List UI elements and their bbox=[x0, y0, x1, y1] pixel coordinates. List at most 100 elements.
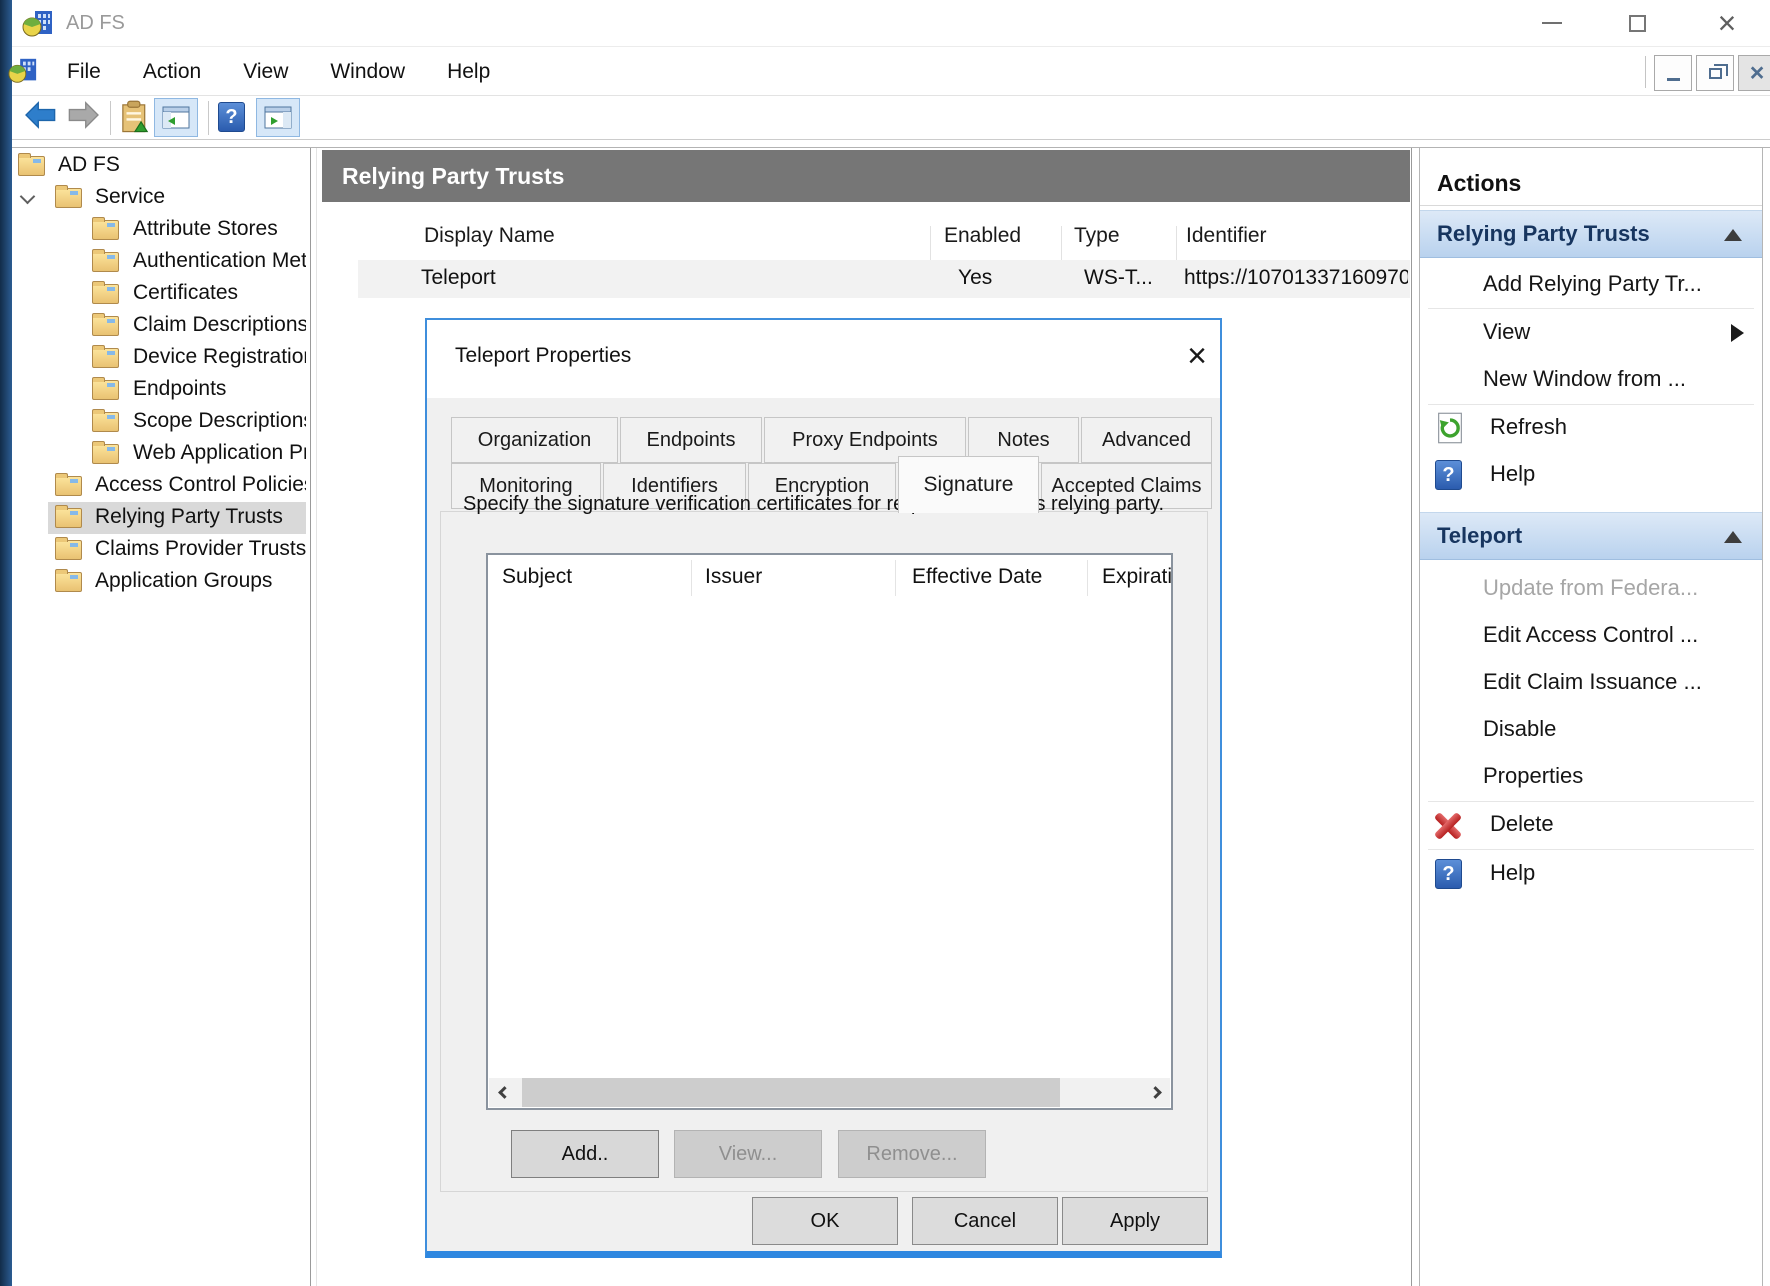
tree-item-label: Device Registration bbox=[133, 345, 306, 369]
tree-item-application-groups[interactable]: Application Groups bbox=[12, 566, 310, 598]
pane-divider[interactable] bbox=[310, 148, 311, 1286]
tree-item-adfs[interactable]: AD FS bbox=[12, 150, 310, 182]
folder-icon bbox=[92, 252, 119, 272]
column-header-type[interactable]: Type bbox=[1074, 224, 1120, 248]
horizontal-scrollbar[interactable] bbox=[489, 1078, 1170, 1107]
column-divider[interactable] bbox=[1061, 226, 1062, 260]
back-button[interactable] bbox=[24, 100, 58, 130]
tree-item-attribute-stores[interactable]: Attribute Stores bbox=[12, 214, 310, 246]
action-edit-access-control[interactable]: Edit Access Control ... bbox=[1420, 613, 1762, 659]
tree-item-scope-descriptions[interactable]: Scope Descriptions bbox=[12, 406, 310, 438]
column-header-issuer[interactable]: Issuer bbox=[705, 565, 762, 589]
actions-section-relying-party-trusts[interactable]: Relying Party Trusts bbox=[1420, 210, 1762, 258]
action-new-window[interactable]: New Window from ... bbox=[1420, 357, 1762, 403]
action-view[interactable]: View bbox=[1420, 310, 1762, 356]
tab-organization[interactable]: Organization bbox=[451, 417, 618, 463]
button-label: OK bbox=[811, 1210, 840, 1233]
remove-button[interactable]: Remove... bbox=[838, 1130, 986, 1178]
tab-endpoints[interactable]: Endpoints bbox=[620, 417, 762, 463]
folder-icon bbox=[55, 188, 82, 208]
folder-icon bbox=[92, 284, 119, 304]
menu-help[interactable]: Help bbox=[426, 47, 511, 96]
tab-label: Endpoints bbox=[647, 429, 736, 452]
column-divider[interactable] bbox=[1176, 226, 1177, 260]
column-divider[interactable] bbox=[895, 560, 896, 596]
window-close-button[interactable]: × bbox=[1703, 3, 1751, 43]
action-delete[interactable]: Delete bbox=[1420, 802, 1762, 848]
mdi-restore-button[interactable] bbox=[1696, 55, 1734, 91]
view-button[interactable]: View... bbox=[674, 1130, 822, 1178]
mdi-restore-icon bbox=[1709, 68, 1722, 79]
show-console-tree-button[interactable] bbox=[154, 98, 198, 137]
tree-item-service[interactable]: Service bbox=[12, 182, 310, 214]
tree-item-claim-descriptions[interactable]: Claim Descriptions bbox=[12, 310, 310, 342]
column-header-subject[interactable]: Subject bbox=[502, 565, 572, 589]
folder-icon bbox=[18, 156, 45, 176]
menu-file[interactable]: File bbox=[46, 47, 122, 96]
action-update-from-federation[interactable]: Update from Federa... bbox=[1420, 566, 1762, 612]
action-disable[interactable]: Disable bbox=[1420, 707, 1762, 753]
dialog-close-button[interactable]: × bbox=[1177, 334, 1217, 378]
column-header-display-name[interactable]: Display Name bbox=[424, 224, 555, 248]
mdi-minimize-button[interactable] bbox=[1654, 55, 1692, 91]
tree-item-web-application-proxy[interactable]: Web Application Proxy bbox=[12, 438, 310, 470]
tree-item-device-registration[interactable]: Device Registration bbox=[12, 342, 310, 374]
action-properties[interactable]: Properties bbox=[1420, 754, 1762, 800]
window-minimize-button[interactable] bbox=[1528, 3, 1576, 43]
add-button[interactable]: Add.. bbox=[511, 1130, 659, 1178]
tree-item-label: Certificates bbox=[133, 281, 306, 305]
help-icon: ? bbox=[1435, 460, 1462, 490]
menu-window[interactable]: Window bbox=[309, 47, 426, 96]
mdi-minimize-icon bbox=[1667, 78, 1680, 81]
adfs-logo-icon-small bbox=[8, 56, 38, 91]
action-help-teleport[interactable]: ? Help bbox=[1420, 851, 1762, 897]
column-divider[interactable] bbox=[930, 226, 931, 260]
scroll-left-button[interactable] bbox=[489, 1078, 519, 1107]
menu-action[interactable]: Action bbox=[122, 47, 222, 96]
actions-section-teleport[interactable]: Teleport bbox=[1420, 512, 1762, 560]
toolbar-help-button[interactable]: ? bbox=[218, 102, 245, 132]
tree-item-label: Access Control Policies bbox=[95, 473, 306, 497]
column-header-effective-date[interactable]: Effective Date bbox=[912, 565, 1042, 589]
action-edit-claim-issuance[interactable]: Edit Claim Issuance ... bbox=[1420, 660, 1762, 706]
tree-item-access-control-policies[interactable]: Access Control Policies bbox=[12, 470, 310, 502]
mdi-close-button[interactable]: × bbox=[1738, 55, 1770, 91]
pane-divider[interactable] bbox=[1411, 148, 1412, 1286]
chevron-right-icon bbox=[1149, 1086, 1162, 1099]
export-list-button[interactable] bbox=[120, 100, 150, 134]
back-arrow-icon bbox=[24, 100, 58, 130]
folder-icon bbox=[55, 508, 82, 528]
tree-item-endpoints[interactable]: Endpoints bbox=[12, 374, 310, 406]
scroll-right-button[interactable] bbox=[1140, 1078, 1170, 1107]
window-maximize-button[interactable] bbox=[1613, 3, 1661, 43]
tab-signature[interactable]: Signature bbox=[898, 456, 1039, 513]
forward-arrow-icon bbox=[66, 100, 100, 130]
column-header-expiration[interactable]: Expiration bbox=[1102, 565, 1172, 589]
cancel-button[interactable]: Cancel bbox=[912, 1197, 1058, 1245]
show-action-pane-button[interactable] bbox=[256, 98, 300, 137]
tree-item-relying-party-trusts[interactable]: Relying Party Trusts bbox=[12, 502, 310, 534]
actions-pane-title: Actions bbox=[1437, 170, 1521, 197]
collapse-icon[interactable] bbox=[1724, 229, 1742, 241]
chevron-down-icon[interactable] bbox=[20, 189, 36, 205]
tree-item-certificates[interactable]: Certificates bbox=[12, 278, 310, 310]
column-divider[interactable] bbox=[1087, 560, 1088, 596]
apply-button[interactable]: Apply bbox=[1062, 1197, 1208, 1245]
certificates-list[interactable]: Subject Issuer Effective Date Expiration bbox=[486, 553, 1173, 1110]
column-divider[interactable] bbox=[691, 560, 692, 596]
scrollbar-thumb[interactable] bbox=[522, 1078, 1060, 1107]
tab-advanced[interactable]: Advanced bbox=[1081, 417, 1212, 463]
menu-view[interactable]: View bbox=[222, 47, 309, 96]
ok-button[interactable]: OK bbox=[752, 1197, 898, 1245]
tree-item-claims-provider-trusts[interactable]: Claims Provider Trusts bbox=[12, 534, 310, 566]
chevron-left-icon bbox=[498, 1086, 511, 1099]
action-help[interactable]: ? Help bbox=[1420, 452, 1762, 498]
collapse-icon[interactable] bbox=[1724, 531, 1742, 543]
forward-button[interactable] bbox=[66, 100, 100, 130]
tree-item-authentication-methods[interactable]: Authentication Methods bbox=[12, 246, 310, 278]
action-refresh[interactable]: Refresh bbox=[1420, 405, 1762, 451]
folder-icon bbox=[92, 380, 119, 400]
column-header-identifier[interactable]: Identifier bbox=[1186, 224, 1267, 248]
action-add-relying-party-trust[interactable]: Add Relying Party Tr... bbox=[1420, 262, 1762, 308]
column-header-enabled[interactable]: Enabled bbox=[944, 224, 1021, 248]
